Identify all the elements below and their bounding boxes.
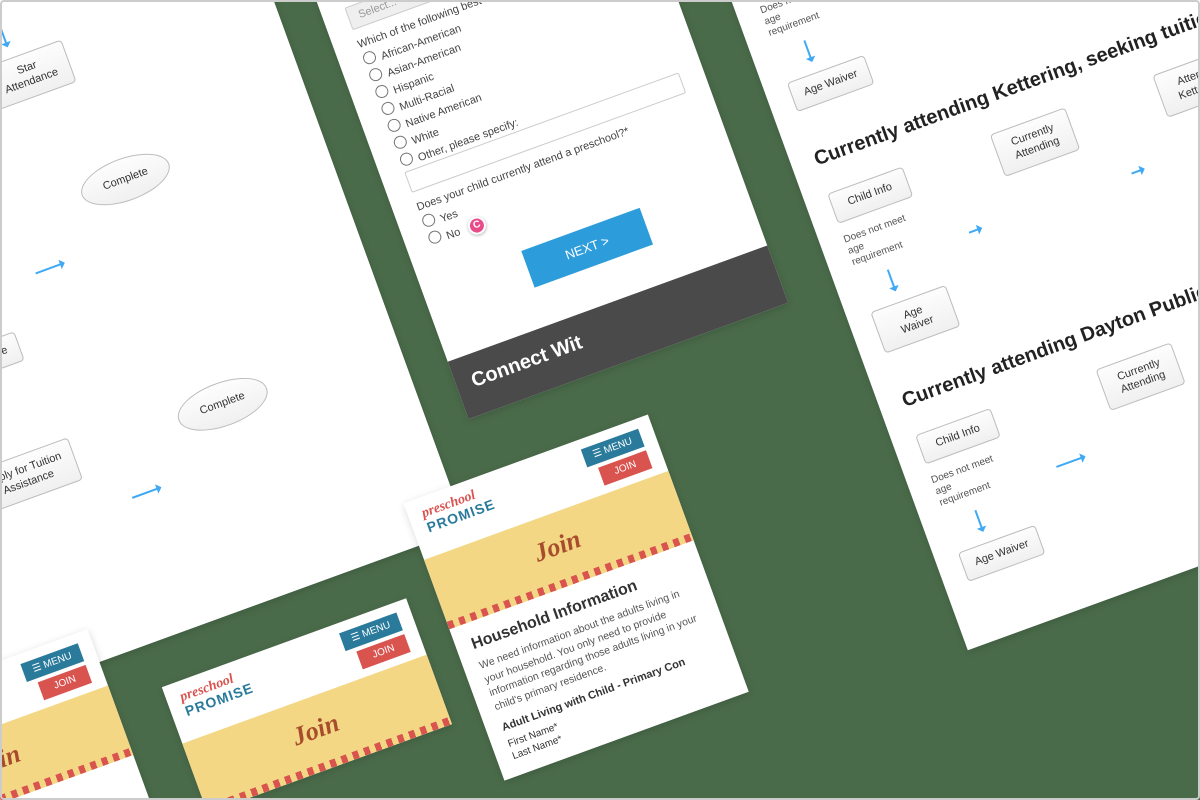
- flow-node: Currently Attending: [990, 108, 1080, 177]
- flow-node: Age Waiver: [870, 284, 960, 353]
- radio-ethnicity[interactable]: [367, 66, 384, 83]
- radio-label: No: [445, 226, 462, 242]
- flow-node: Currently Attending: [1096, 342, 1186, 411]
- arrow-icon: [1057, 456, 1086, 468]
- flowchart-panel-right: Currently attending anywhere, seeking tu…: [697, 0, 1200, 651]
- radio-ethnicity[interactable]: [392, 134, 409, 151]
- arrow-icon: [1131, 168, 1144, 174]
- logo: preschool PROMISE: [178, 667, 255, 718]
- arrow-icon: [887, 269, 896, 290]
- arrow-icon: [803, 40, 812, 61]
- radio-ethnicity[interactable]: [386, 117, 403, 134]
- flow-node-complete: Complete: [172, 368, 274, 440]
- flow-note: Does not meet age requirement: [842, 211, 920, 269]
- arrow-icon: [969, 227, 982, 233]
- arrow-icon: [974, 510, 983, 531]
- flow-node: Attends Kettering: [1152, 49, 1200, 118]
- arrow-icon: [35, 262, 64, 274]
- flow-node: Star Attendance: [0, 331, 25, 396]
- arrow-icon: [0, 26, 8, 47]
- radio-ethnicity[interactable]: [398, 151, 415, 168]
- note-badge-c: C: [465, 214, 488, 237]
- radio-ethnicity[interactable]: [380, 100, 397, 117]
- mobile-mockup-join: preschool PROMISE ☰ MENU JOIN Join: [162, 598, 452, 800]
- connect-title: Connect Wit: [468, 266, 765, 393]
- mobile-mockup-joined: ☰ MENU JOIN Join oined Preschool te your…: [0, 629, 161, 800]
- radio-attend-yes[interactable]: [420, 212, 437, 229]
- flow-node: Apply for Tuition Assistance: [0, 437, 83, 515]
- next-button[interactable]: NEXT >: [521, 208, 652, 288]
- connect-with-us-block: Connect Wit: [448, 245, 788, 419]
- flow-note: Child resides in DPS: [0, 0, 32, 26]
- flow-node-complete: Complete: [75, 143, 177, 215]
- mobile-mockup-household: preschool PROMISE ☰ MENU JOIN Join House…: [404, 415, 749, 781]
- flow-note: Does not meet age requirement: [930, 452, 1008, 510]
- radio-attend-no[interactable]: [426, 229, 443, 246]
- radio-ethnicity[interactable]: [373, 83, 390, 100]
- flow-note: Does not meet age requirement: [759, 0, 837, 40]
- arrow-icon: [132, 487, 161, 499]
- flow-node: Age Waiver: [787, 55, 875, 113]
- radio-ethnicity[interactable]: [361, 49, 378, 66]
- flow-node: Age Waiver: [958, 525, 1046, 583]
